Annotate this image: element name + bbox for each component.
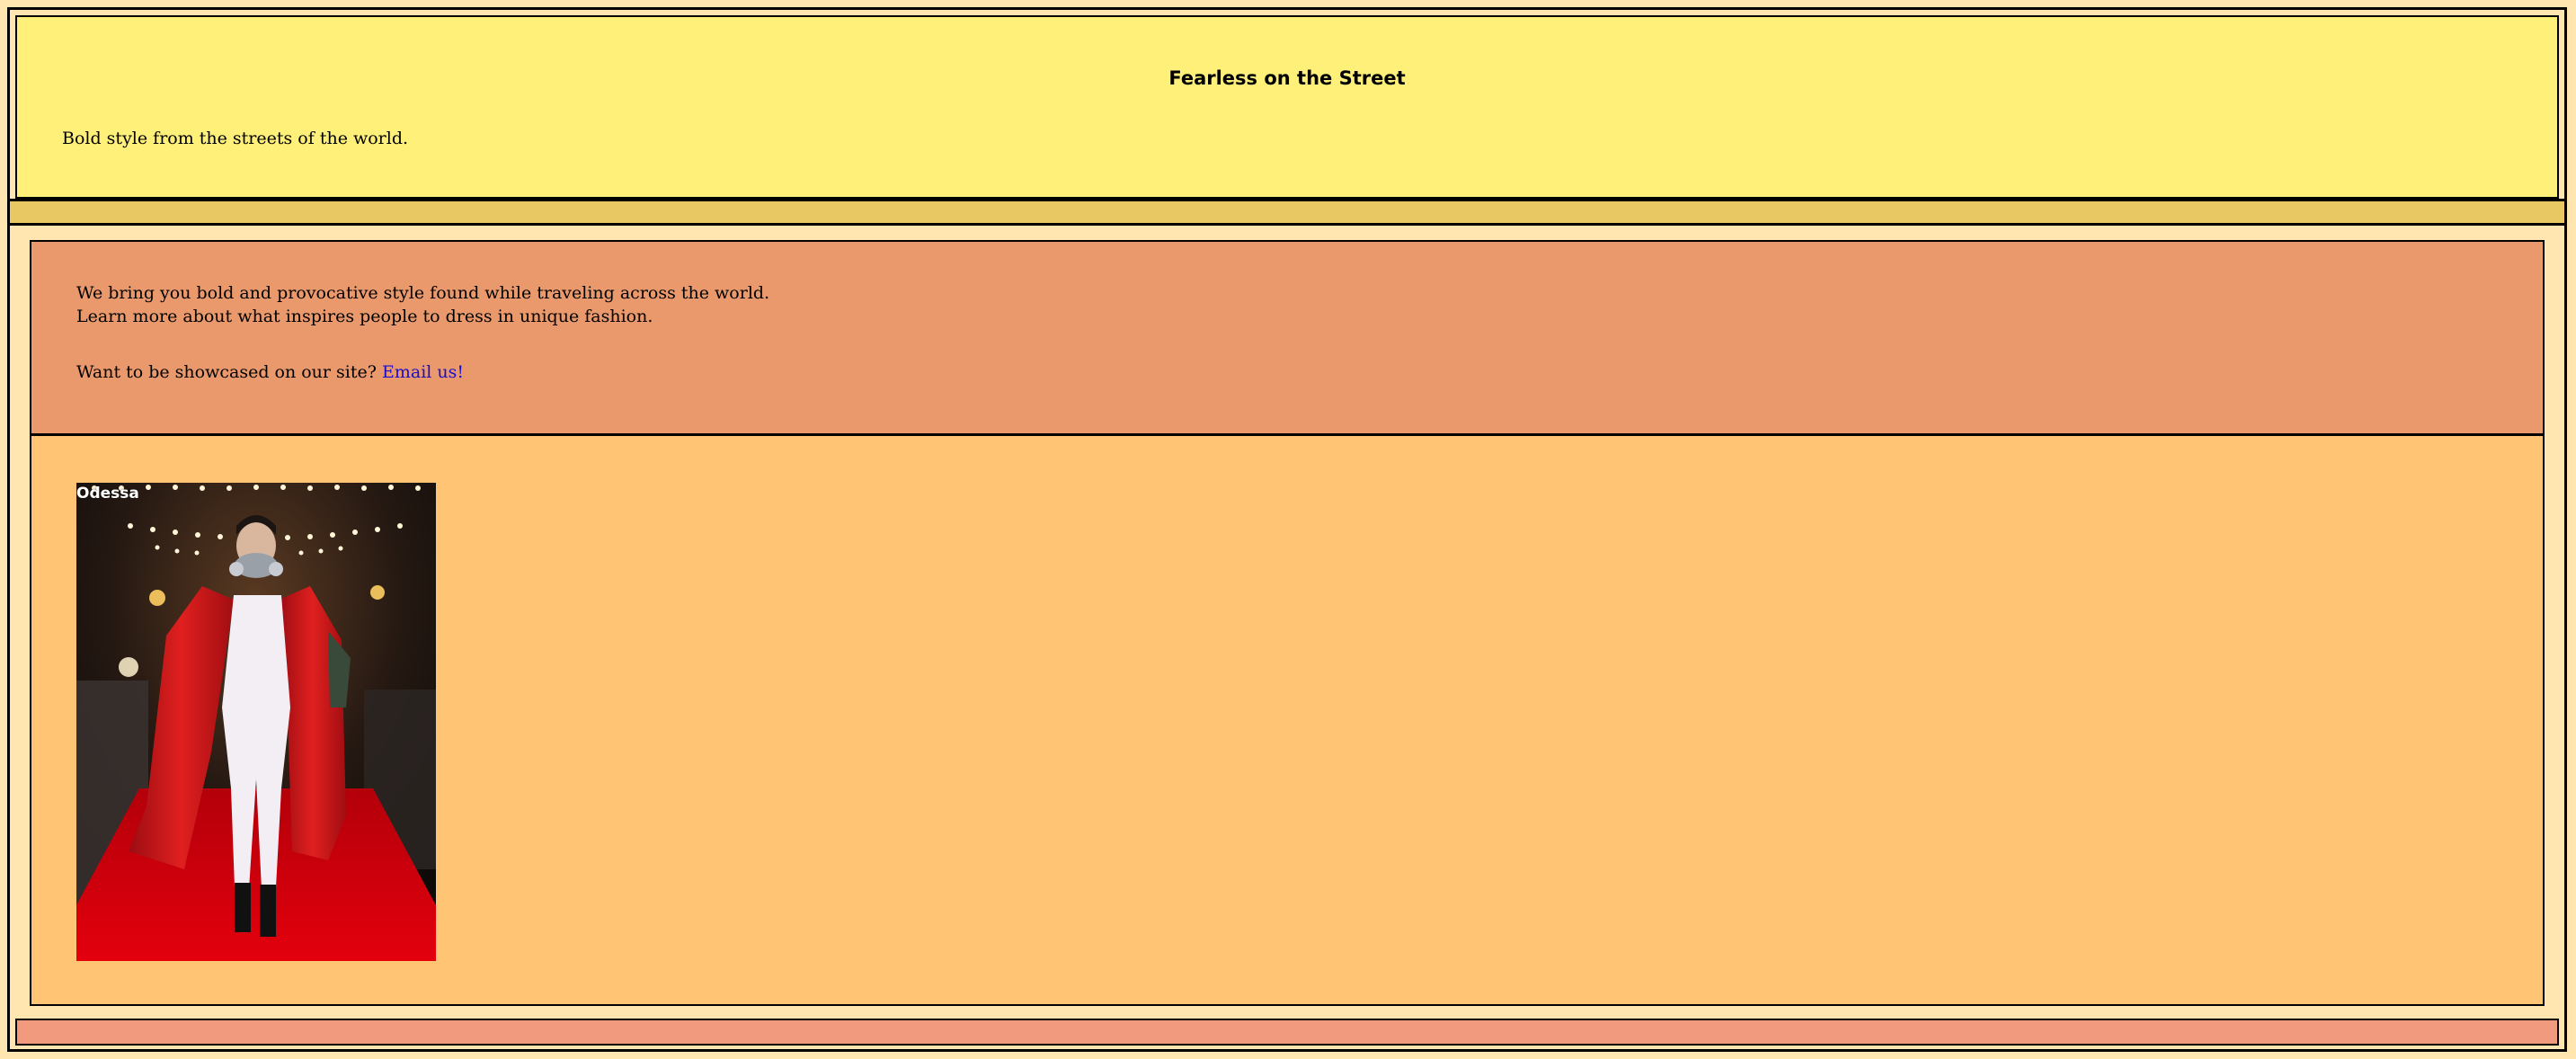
site-tagline: Bold style from the streets of the world… (62, 129, 409, 148)
gallery-section: Odessa (31, 436, 2543, 1004)
site-footer (15, 1019, 2559, 1046)
main-content: We bring you bold and provocative style … (30, 240, 2545, 1006)
gallery-item[interactable]: Odessa (76, 483, 436, 961)
intro-section: We bring you bold and provocative style … (31, 242, 2543, 436)
page-frame: Fearless on the Street Bold style from t… (7, 7, 2567, 1052)
showcase-prompt-text: Want to be showcased on our site? (76, 362, 382, 382)
intro-text-line-1: We bring you bold and provocative style … (76, 283, 770, 303)
runway-photo (76, 483, 436, 961)
photo-caption: Odessa (76, 485, 139, 503)
nav-bar (10, 199, 2564, 226)
intro-text-line-2: Learn more about what inspires people to… (76, 307, 653, 326)
email-us-link[interactable]: Email us! (382, 362, 464, 382)
site-title: Fearless on the Street (1168, 67, 1406, 89)
showcase-prompt: Want to be showcased on our site? Email … (76, 362, 464, 382)
site-header: Fearless on the Street Bold style from t… (15, 15, 2559, 199)
